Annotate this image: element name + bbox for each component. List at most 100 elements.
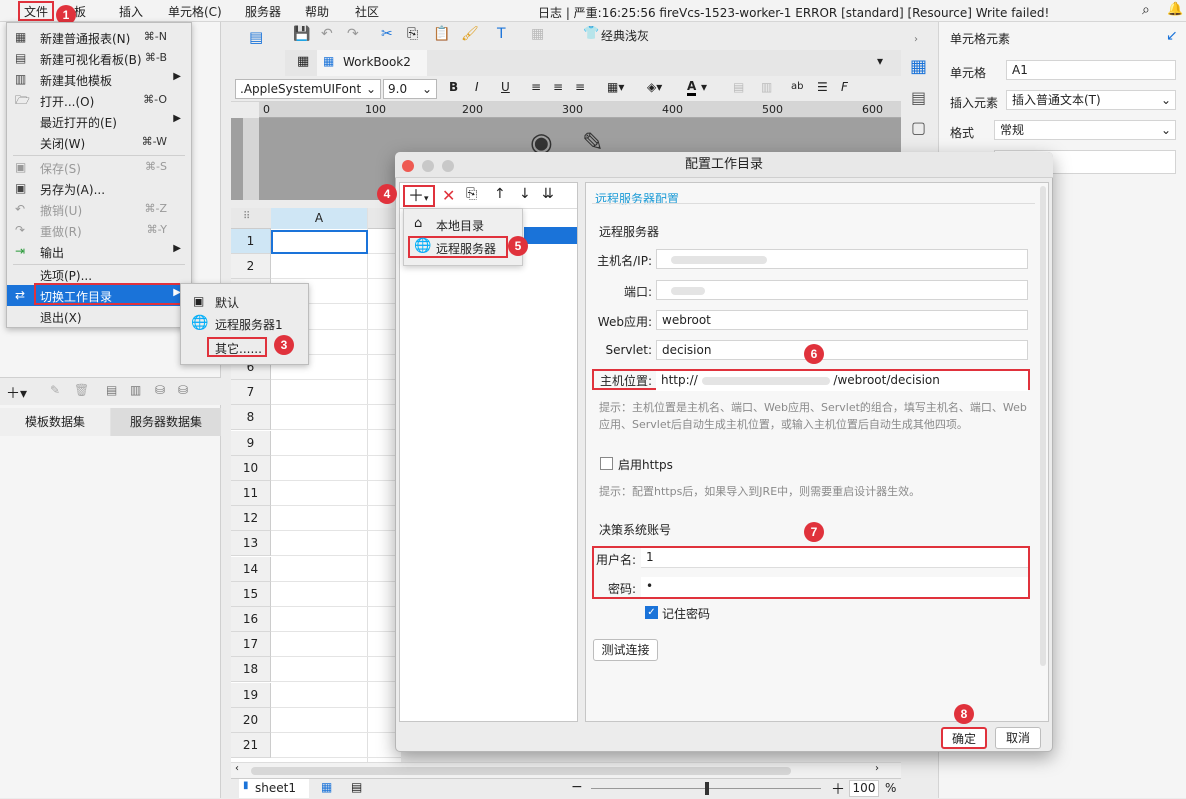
- paste-icon[interactable]: 📋: [433, 26, 450, 42]
- menu-export[interactable]: ⇥ 输出 ▶: [7, 241, 191, 262]
- add-dataset-icon[interactable]: ＋▾: [6, 383, 27, 403]
- cut-icon[interactable]: ✂: [381, 26, 393, 42]
- fill-color-icon[interactable]: ◈▾: [647, 80, 662, 94]
- edit-icon[interactable]: ✎: [50, 383, 60, 397]
- tab-menu-icon[interactable]: ▾: [877, 54, 883, 68]
- menu-recent[interactable]: 最近打开的(E) ▶: [7, 111, 191, 132]
- submenu-other[interactable]: 其它......: [207, 337, 267, 357]
- theme-icon[interactable]: 👕: [583, 26, 599, 41]
- user-input[interactable]: 1: [641, 548, 1028, 568]
- tab-server-dataset[interactable]: 服务器数据集: [111, 408, 221, 436]
- menu-server[interactable]: 服务器: [245, 3, 281, 20]
- zoom-out-icon[interactable]: −: [571, 779, 583, 795]
- test-connection-button[interactable]: 测试连接: [593, 639, 658, 661]
- row-header[interactable]: 13: [231, 531, 271, 557]
- zoom-in-icon[interactable]: ＋: [831, 779, 845, 799]
- host-input[interactable]: [656, 249, 1028, 269]
- underline-icon[interactable]: U: [501, 80, 510, 94]
- indent-icon[interactable]: ☰: [817, 80, 828, 94]
- dropdown-remote-server[interactable]: 🌐 远程服务器: [408, 236, 508, 258]
- dialog-scrollbar[interactable]: [1040, 186, 1046, 666]
- cell-element-icon[interactable]: ▦: [910, 56, 927, 77]
- formula-icon[interactable]: F: [841, 80, 848, 94]
- chevron-right-icon[interactable]: ›: [914, 34, 918, 45]
- delete-icon[interactable]: ✕: [442, 186, 455, 205]
- text-icon[interactable]: T: [497, 26, 506, 42]
- menu-new-dashboard[interactable]: ▤ 新建可视化看板(B) ⌘-B: [7, 48, 191, 69]
- save-icon[interactable]: 💾: [293, 26, 310, 42]
- italic-icon[interactable]: I: [475, 80, 479, 94]
- minimize-window-icon[interactable]: [422, 160, 434, 172]
- menu-exit[interactable]: 退出(X): [7, 306, 191, 327]
- font-size-select[interactable]: 9.0 ⌄: [383, 79, 437, 99]
- sheet-tab[interactable]: ▮ sheet1: [239, 779, 309, 798]
- chart-icon[interactable]: ▦: [531, 26, 544, 42]
- submenu-default[interactable]: ▣ 默认: [181, 292, 308, 312]
- menu-open[interactable]: 🗁 打开...(O) ⌘-O: [7, 90, 191, 111]
- menu-close[interactable]: 关闭(W) ⌘-W: [7, 132, 191, 153]
- row-header[interactable]: 20: [231, 707, 271, 733]
- border-icon[interactable]: ▦▾: [607, 80, 624, 94]
- menu-cell[interactable]: 单元格(C): [168, 3, 222, 20]
- tab-workbook[interactable]: ▦ WorkBook2: [317, 50, 427, 76]
- row-header[interactable]: 12: [231, 506, 271, 532]
- row-header[interactable]: 17: [231, 632, 271, 658]
- format-select[interactable]: 常规 ⌄: [994, 120, 1176, 140]
- chevron-right-icon[interactable]: ›: [875, 763, 879, 774]
- horizontal-scrollbar[interactable]: ‹ ›: [231, 762, 901, 778]
- log-message[interactable]: 日志 | 严重:16:25:56 fireVcs-1523-worker-1 E…: [538, 4, 1049, 21]
- font-family-select[interactable]: .AppleSystemUIFont ⌄: [235, 79, 381, 99]
- row-header[interactable]: 1: [231, 229, 271, 254]
- undo-icon[interactable]: ↶: [321, 26, 333, 42]
- db-settings-icon[interactable]: ⛁: [178, 383, 188, 397]
- column-header-a[interactable]: A: [271, 208, 367, 229]
- tab-template-dataset[interactable]: 模板数据集: [0, 408, 110, 436]
- row-header[interactable]: 16: [231, 607, 271, 632]
- chevron-left-icon[interactable]: ‹: [235, 763, 239, 774]
- zoom-input[interactable]: 100: [849, 780, 879, 797]
- row-header[interactable]: 19: [231, 682, 271, 708]
- move-down-icon[interactable]: ↓: [519, 186, 531, 202]
- row-header[interactable]: 8: [231, 405, 271, 431]
- row-header[interactable]: 11: [231, 481, 271, 506]
- db-icon[interactable]: ⛁: [155, 383, 165, 397]
- row-header[interactable]: 18: [231, 657, 271, 683]
- delete-icon[interactable]: 🗑: [74, 383, 89, 397]
- menu-save-as[interactable]: ▣ 另存为(A)...: [7, 178, 191, 199]
- location-input[interactable]: http:// /webroot/decision: [656, 371, 1028, 391]
- menu-options[interactable]: 选项(P)...: [7, 264, 191, 285]
- menu-help[interactable]: 帮助: [305, 3, 329, 20]
- preview-icon[interactable]: ▤: [106, 383, 117, 397]
- scroll-thumb[interactable]: [251, 767, 791, 775]
- port-input[interactable]: [656, 280, 1028, 300]
- unmerge-icon[interactable]: ▥: [761, 80, 772, 94]
- password-input[interactable]: •: [641, 577, 1028, 597]
- maximize-window-icon[interactable]: [442, 160, 454, 172]
- selected-cell-a1[interactable]: [271, 230, 368, 254]
- menu-insert[interactable]: 插入: [119, 3, 143, 20]
- row-header[interactable]: 2: [231, 254, 271, 280]
- align-left-icon[interactable]: ≡: [531, 80, 541, 94]
- row-header[interactable]: 14: [231, 556, 271, 582]
- cell-attr-icon[interactable]: ▤: [911, 88, 926, 107]
- bold-icon[interactable]: B: [449, 80, 458, 94]
- menu-template[interactable]: 板: [74, 3, 86, 20]
- chevron-down-icon[interactable]: ▾: [701, 80, 707, 94]
- zoom-slider-thumb[interactable]: [705, 782, 709, 795]
- font-color-icon[interactable]: A: [687, 79, 697, 96]
- selected-list-item[interactable]: [524, 227, 577, 244]
- align-center-icon[interactable]: ≡: [553, 80, 563, 94]
- menu-community[interactable]: 社区: [355, 3, 379, 20]
- add-sheet-icon[interactable]: ▦: [321, 780, 332, 794]
- close-window-icon[interactable]: [402, 160, 414, 172]
- copy-icon[interactable]: ⎘: [466, 186, 477, 202]
- param-icon[interactable]: ▥: [130, 383, 141, 397]
- theme-label[interactable]: 经典浅灰: [601, 27, 649, 44]
- redo-icon[interactable]: ↷: [347, 26, 359, 42]
- submenu-remote-1[interactable]: 🌐 远程服务器1: [181, 314, 308, 334]
- add-dashboard-icon[interactable]: ▤: [351, 780, 362, 794]
- ok-button[interactable]: 确定: [941, 727, 987, 749]
- move-up-icon[interactable]: ↑: [494, 186, 506, 202]
- row-header[interactable]: 21: [231, 733, 271, 758]
- row-header[interactable]: 7: [231, 380, 271, 406]
